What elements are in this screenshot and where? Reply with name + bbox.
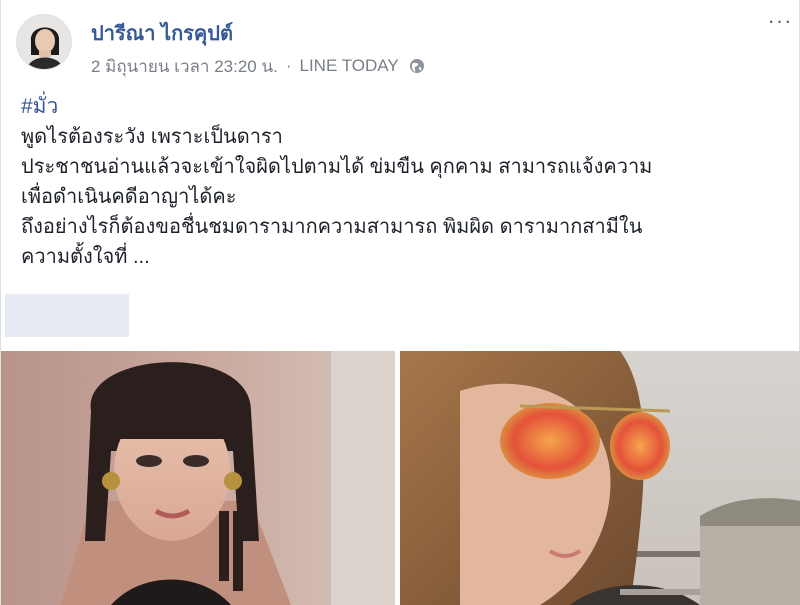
hashtag-link[interactable]: #มั่ว — [21, 92, 781, 122]
avatar-photo — [17, 15, 71, 69]
globe-icon[interactable] — [409, 58, 425, 74]
meta-separator: · — [285, 56, 292, 75]
post-card: ปารีณา ไกรคุปต์ 2 มิถุนายน เวลา 23:20 น.… — [0, 0, 800, 605]
photo-left[interactable] — [1, 351, 395, 605]
post-line: เพื่อดำเนินคดีอาญาได้คะ — [21, 186, 237, 208]
post-body: #มั่ว พูดไรต้องระวัง เพราะเป็นดารา ประชา… — [21, 92, 781, 272]
post-line: พูดไรต้องระวัง เพราะเป็นดารา — [21, 126, 283, 148]
post-date[interactable]: 2 มิถุนายน เวลา 23:20 น. — [91, 53, 278, 80]
post-line[interactable]: ความตั้งใจที่ ... — [21, 242, 781, 272]
more-options-icon[interactable]: ··· — [767, 8, 793, 33]
redacted-box — [5, 294, 129, 337]
post-line: ถึงอย่างไรก็ต้องขอชื่นชมดารามากความสามาร… — [21, 216, 643, 238]
post-line: ประชาชนอ่านแล้วจะเข้าใจผิดไปตามได้ ข่มขื… — [21, 156, 653, 178]
photo-right[interactable] — [400, 351, 800, 605]
author-name[interactable]: ปารีณา ไกรคุปต์ — [91, 17, 233, 49]
avatar[interactable] — [16, 14, 72, 70]
post-header: ปารีณา ไกรคุปต์ 2 มิถุนายน เวลา 23:20 น.… — [1, 0, 800, 90]
post-source[interactable]: LINE TODAY — [299, 56, 398, 76]
post-meta: 2 มิถุนายน เวลา 23:20 น. · LINE TODAY — [91, 56, 425, 76]
